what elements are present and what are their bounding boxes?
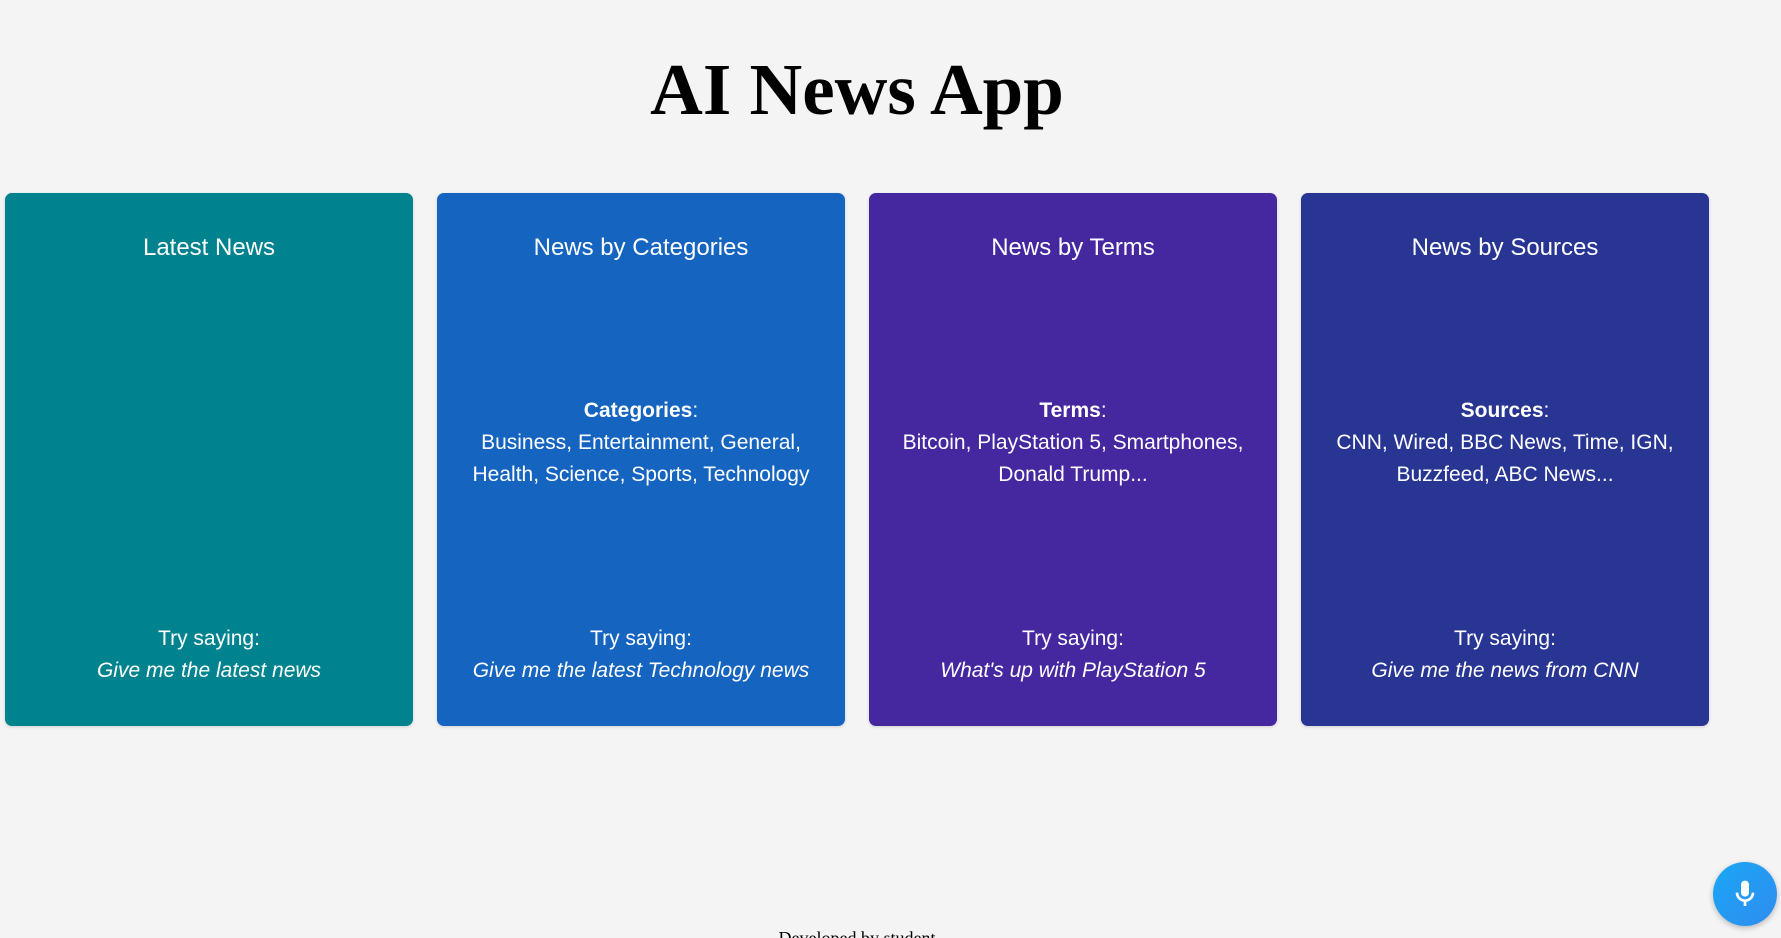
card-try-saying: Try saying: What's up with PlayStation 5 [869, 623, 1277, 687]
card-info: Terms: Bitcoin, PlayStation 5, Smartphon… [879, 395, 1267, 491]
card-try-saying: Try saying: Give me the latest Technolog… [437, 623, 845, 687]
info-text: Bitcoin, PlayStation 5, Smartphones, Don… [902, 431, 1244, 486]
page: AI News App Latest News Try saying: Give… [0, 0, 1781, 938]
try-saying-phrase: Give me the latest news [96, 659, 322, 682]
try-saying-phrase: Give me the latest Technology news [472, 659, 810, 682]
card-info: Sources: CNN, Wired, BBC News, Time, IGN… [1311, 395, 1699, 491]
info-label: Sources [1460, 399, 1544, 422]
card-news-by-terms[interactable]: News by Terms Terms: Bitcoin, PlayStatio… [869, 193, 1277, 726]
info-colon: : [1100, 399, 1107, 422]
card-title: News by Sources [1411, 234, 1599, 261]
footer-credit: Developed by student [778, 928, 936, 938]
card-news-by-sources[interactable]: News by Sources Sources: CNN, Wired, BBC… [1301, 193, 1709, 726]
card-try-saying: Try saying: Give me the news from CNN [1301, 623, 1709, 687]
try-saying-label: Try saying: [590, 627, 692, 650]
try-saying-phrase: Give me the news from CNN [1371, 659, 1639, 682]
card-title: News by Terms [991, 234, 1155, 261]
card-title: News by Categories [533, 234, 749, 261]
card-try-saying: Try saying: Give me the latest news [5, 623, 413, 687]
card-latest-news[interactable]: Latest News Try saying: Give me the late… [5, 193, 413, 726]
try-saying-phrase: What's up with PlayStation 5 [940, 659, 1206, 682]
try-saying-label: Try saying: [1022, 627, 1124, 650]
voice-assistant-button[interactable] [1713, 862, 1777, 926]
cards-grid: Latest News Try saying: Give me the late… [5, 193, 1710, 726]
info-label: Terms [1039, 399, 1101, 422]
try-saying-label: Try saying: [1454, 627, 1556, 650]
info-text: CNN, Wired, BBC News, Time, IGN, Buzzfee… [1336, 431, 1674, 486]
try-saying-label: Try saying: [158, 627, 260, 650]
info-label: Categories [583, 399, 693, 422]
app-title: AI News App [650, 49, 1064, 130]
info-colon: : [1543, 399, 1550, 422]
info-text: Business, Entertainment, General, Health… [472, 431, 810, 486]
card-info: Categories: Business, Entertainment, Gen… [447, 395, 835, 491]
card-news-by-categories[interactable]: News by Categories Categories: Business,… [437, 193, 845, 726]
card-title: Latest News [142, 234, 276, 261]
microphone-icon [1735, 880, 1755, 906]
info-colon: : [692, 399, 699, 422]
